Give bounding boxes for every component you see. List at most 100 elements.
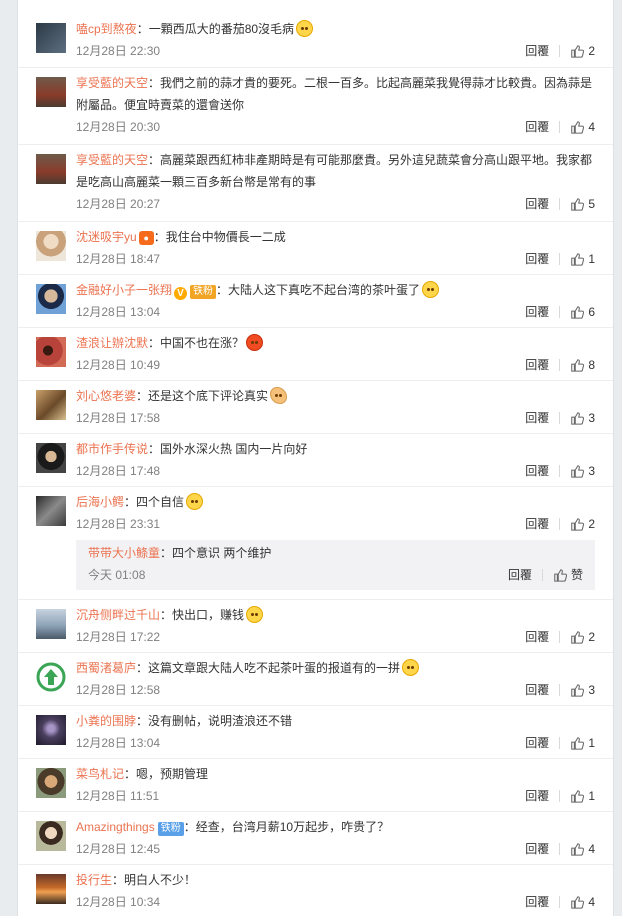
like-button[interactable]: 2 <box>570 626 595 648</box>
comment-username[interactable]: 都市作手传说 <box>76 442 148 456</box>
avatar[interactable] <box>36 662 66 692</box>
like-count: 1 <box>588 789 595 803</box>
comment-text: 一顆西瓜大的番茄80沒毛病 <box>148 22 295 36</box>
comment-username[interactable]: 沉舟侧畔过千山 <box>76 608 160 622</box>
like-button[interactable]: 赞 <box>553 564 583 586</box>
reply-button[interactable]: 回覆 <box>525 626 549 648</box>
avatar[interactable] <box>36 609 66 639</box>
comment-item: 沉舟侧畔过千山：快出口，赚钱 12月28日 17:22 回覆 2 <box>18 600 613 653</box>
like-button[interactable]: 1 <box>570 785 595 807</box>
thumbs-up-icon <box>571 737 585 750</box>
angry-face-emoji-icon <box>246 334 264 351</box>
like-button[interactable]: 8 <box>570 354 595 376</box>
comment-time: 12月28日 12:58 <box>76 683 161 697</box>
like-button[interactable]: 1 <box>570 732 595 754</box>
reply-button[interactable]: 回覆 <box>525 301 549 323</box>
comment-username[interactable]: Amazingthings <box>76 820 155 834</box>
comment-username[interactable]: 小粪的围脖 <box>76 714 136 728</box>
comment-time: 12月28日 13:04 <box>76 305 161 319</box>
reply-button[interactable]: 回覆 <box>508 564 532 586</box>
avatar[interactable] <box>36 443 66 473</box>
reply-button[interactable]: 回覆 <box>525 891 549 913</box>
sub-reply-time: 今天 01:08 <box>88 568 146 582</box>
like-button[interactable]: 3 <box>570 679 595 701</box>
sub-reply-username[interactable]: 带带大小鲦童 <box>88 546 160 560</box>
comment-text: 没有删帖，说明渣浪还不错 <box>148 714 293 728</box>
thumbs-up-icon <box>571 843 585 856</box>
like-button[interactable]: 5 <box>570 193 595 215</box>
reply-button[interactable]: 回覆 <box>525 116 549 138</box>
colon: ： <box>136 389 149 403</box>
thumbs-up-icon <box>571 465 585 478</box>
divider <box>559 253 561 265</box>
comment-username[interactable]: 西蜀渚葛庐 <box>76 661 136 675</box>
avatar[interactable] <box>36 284 66 314</box>
comment-text: 国外水深火热 国内一片向好 <box>160 442 308 456</box>
laughing-cat-emoji-icon <box>186 493 204 510</box>
reply-button[interactable]: 回覆 <box>525 513 549 535</box>
reply-button[interactable]: 回覆 <box>525 407 549 429</box>
thumbs-up-icon <box>571 790 585 803</box>
colon: ： <box>124 495 137 509</box>
like-button[interactable]: 4 <box>570 838 595 860</box>
comment-username[interactable]: 嗑cp到熬夜 <box>76 22 137 36</box>
like-button[interactable]: 1 <box>570 248 595 270</box>
avatar[interactable] <box>36 390 66 420</box>
laughing-cat-emoji-icon <box>296 20 314 37</box>
comment-text: 还是这个底下评论真实 <box>148 389 269 403</box>
like-count: 3 <box>588 683 595 697</box>
comment-time: 12月28日 10:49 <box>76 358 161 372</box>
comment-username[interactable]: 金融好小子一张翔 <box>76 283 172 297</box>
thumbs-up-icon <box>571 121 585 134</box>
avatar[interactable] <box>36 874 66 904</box>
avatar[interactable] <box>36 154 66 184</box>
comment-username[interactable]: 投行生 <box>76 873 112 887</box>
divider <box>559 790 561 802</box>
avatar[interactable] <box>36 77 66 107</box>
like-button[interactable]: 6 <box>570 301 595 323</box>
divider <box>541 569 543 581</box>
like-button[interactable]: 2 <box>570 40 595 62</box>
reply-button[interactable]: 回覆 <box>525 193 549 215</box>
like-count: 8 <box>588 358 595 372</box>
reply-button[interactable]: 回覆 <box>525 785 549 807</box>
avatar[interactable] <box>36 231 66 261</box>
comment-item: 小粪的围脖：没有删帖，说明渣浪还不错 12月28日 13:04 回覆 1 <box>18 706 613 759</box>
avatar[interactable] <box>36 337 66 367</box>
like-button[interactable]: 3 <box>570 407 595 429</box>
colon: ： <box>136 661 149 675</box>
like-button[interactable]: 4 <box>570 891 595 913</box>
like-count: 4 <box>588 842 595 856</box>
comment-username[interactable]: 享受藍的天空 <box>76 153 148 167</box>
reply-button[interactable]: 回覆 <box>525 679 549 701</box>
comment-username[interactable]: 沈迷吸宇yu <box>76 230 137 244</box>
reply-button[interactable]: 回覆 <box>525 838 549 860</box>
like-button[interactable]: 3 <box>570 460 595 482</box>
comment-text: 中国不也在涨？ <box>160 336 245 350</box>
like-button[interactable]: 2 <box>570 513 595 535</box>
avatar[interactable] <box>36 23 66 53</box>
reply-button[interactable]: 回覆 <box>525 460 549 482</box>
avatar[interactable] <box>36 821 66 851</box>
like-button[interactable]: 4 <box>570 116 595 138</box>
divider <box>559 45 561 57</box>
avatar[interactable] <box>36 768 66 798</box>
comment-item: 后海小鳄：四个自信 12月28日 23:31 回覆 2 带带大小鲦童：四个意识 … <box>18 487 613 600</box>
reply-button[interactable]: 回覆 <box>525 40 549 62</box>
comment-time: 12月28日 20:30 <box>76 120 161 134</box>
comment-item: 享受藍的天空：我們之前的蒜才貴的要死。二根一百多。比起高麗菜我覺得蒜才比較貴。因… <box>18 68 613 145</box>
avatar[interactable] <box>36 715 66 745</box>
comment-username[interactable]: 渣浪让辦沈默 <box>76 336 148 350</box>
thumbs-up-icon <box>571 359 585 372</box>
comment-username[interactable]: 后海小鳄 <box>76 495 124 509</box>
thumbs-up-icon <box>554 569 567 582</box>
comment-username[interactable]: 菜鸟札记 <box>76 767 124 781</box>
divider <box>559 737 561 749</box>
reply-button[interactable]: 回覆 <box>525 732 549 754</box>
reply-button[interactable]: 回覆 <box>525 248 549 270</box>
reply-button[interactable]: 回覆 <box>525 354 549 376</box>
avatar[interactable] <box>36 496 66 526</box>
comment-username[interactable]: 享受藍的天空 <box>76 76 148 90</box>
fan-badge: 铁粉 <box>190 285 217 299</box>
comment-username[interactable]: 刘心悠老婆 <box>76 389 136 403</box>
